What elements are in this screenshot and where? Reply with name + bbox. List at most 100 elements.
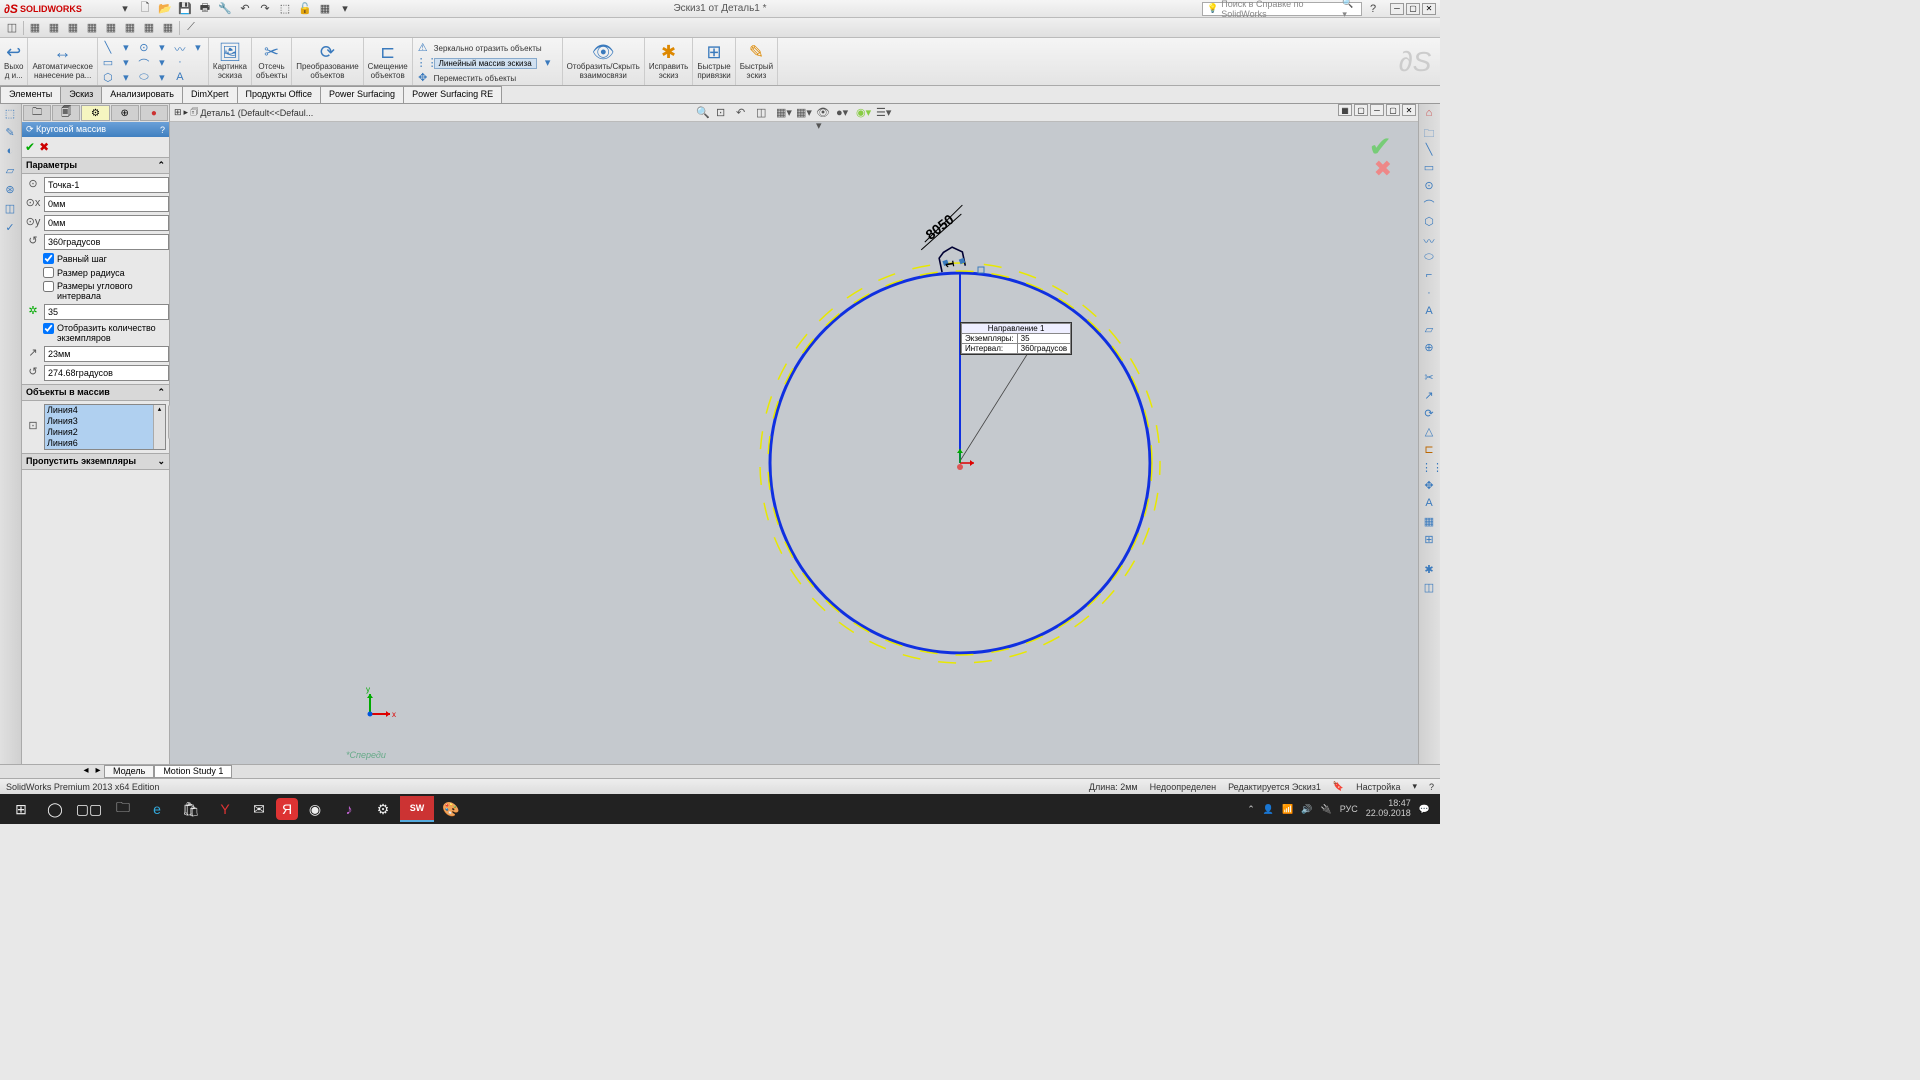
view9-icon[interactable]: ⟋ <box>183 20 199 36</box>
doc-tile-icon[interactable]: ▦ <box>1338 104 1352 116</box>
convert-button[interactable]: ⟳Преобразование объектов <box>292 38 363 85</box>
linear-pattern-icon[interactable]: ⋮⋮ <box>416 56 430 70</box>
view6-icon[interactable]: ▦ <box>122 20 138 36</box>
text-icon[interactable]: A <box>173 71 187 85</box>
cancel-button[interactable]: ✖ <box>39 140 49 154</box>
expand-tree-icon[interactable]: ⊞ <box>174 107 182 118</box>
ellipse-icon[interactable]: ⬭ <box>137 71 151 85</box>
mold-icon[interactable]: ◫ <box>2 202 18 218</box>
tp-arc-icon[interactable]: ⌒ <box>1421 197 1437 213</box>
new-icon[interactable]: ▾ <box>118 2 132 16</box>
doc-max-icon[interactable]: ▢ <box>1386 104 1400 116</box>
tp-rel-icon[interactable]: ▦ <box>1421 515 1437 531</box>
taskview-button[interactable]: ▢▢ <box>72 796 106 822</box>
tab-features[interactable]: Элементы <box>0 86 61 103</box>
quick-snaps-button[interactable]: ⊞Быстрые привязки <box>693 38 735 85</box>
tp-conv-icon[interactable]: ⟳ <box>1421 407 1437 423</box>
tp-line-icon[interactable]: ╲ <box>1421 143 1437 159</box>
tp-plane-icon[interactable]: ▱ <box>1421 323 1437 339</box>
exit-sketch-button[interactable]: ↩Выхо д и... <box>0 38 28 85</box>
itunes-icon[interactable]: ♪ <box>332 796 366 822</box>
collapse-icon[interactable]: ⌃ <box>157 160 165 171</box>
solidworks-taskbar-icon[interactable]: SW <box>400 796 434 822</box>
tp-lin-icon[interactable]: ⋮⋮ <box>1421 461 1437 477</box>
tp-rect-icon[interactable]: ▭ <box>1421 161 1437 177</box>
rapid-sketch-button[interactable]: ✎Быстрый эскиз <box>736 38 778 85</box>
radius-input[interactable] <box>44 346 169 362</box>
tp-mirror-icon[interactable]: △ <box>1421 425 1437 441</box>
rotation-input[interactable] <box>44 365 169 381</box>
tray-volume-icon[interactable]: 🔊 <box>1301 804 1312 815</box>
tp-lib-icon[interactable]: 🗀 <box>1421 125 1437 141</box>
tp-fillet-icon[interactable]: ⌐ <box>1421 269 1437 285</box>
more-icon[interactable]: ▾ <box>338 2 352 16</box>
trim-button[interactable]: ✂Отсечь объекты <box>252 38 292 85</box>
pm-tab-config[interactable]: ⚙ <box>81 105 109 121</box>
circle-icon[interactable]: ⊙ <box>137 41 151 55</box>
eval-icon[interactable]: ✓ <box>2 221 18 237</box>
tp-center-icon[interactable]: ⊕ <box>1421 341 1437 357</box>
surfaces-icon[interactable]: ◐ <box>2 145 18 161</box>
yandex2-icon[interactable]: Я <box>276 798 298 820</box>
settings-icon[interactable]: ☰▾ <box>876 106 892 122</box>
view1-icon[interactable]: ▦ <box>27 20 43 36</box>
edge-icon[interactable]: e <box>140 796 174 822</box>
hide-show-icon[interactable]: 👁▾ <box>816 106 832 122</box>
arc-icon[interactable]: ⌒ <box>137 56 151 70</box>
center-x-input[interactable] <box>44 196 169 212</box>
point-icon[interactable]: · <box>173 56 187 70</box>
tab-office[interactable]: Продукты Office <box>237 86 322 103</box>
tab-psre[interactable]: Power Surfacing RE <box>403 86 502 103</box>
select-icon[interactable]: ⬚ <box>278 2 292 16</box>
restore-button[interactable]: ▢ <box>1406 3 1420 15</box>
features-icon[interactable]: ⬚ <box>2 107 18 123</box>
view8-icon[interactable]: ▦ <box>160 20 176 36</box>
tab-sketch[interactable]: Эскиз <box>60 86 102 103</box>
smart-dimension-button[interactable]: ↔Автоматическое нанесение ра... <box>28 38 97 85</box>
tp-trim-icon[interactable]: ✂ <box>1421 371 1437 387</box>
pm-tab-display[interactable]: ● <box>140 105 168 121</box>
center-y-input[interactable] <box>44 215 169 231</box>
view-orient-icon[interactable]: ▦▾ <box>776 106 792 122</box>
tp-mv-icon[interactable]: ✥ <box>1421 479 1437 495</box>
status-help-icon[interactable]: ? <box>1429 782 1434 792</box>
view7-icon[interactable]: ▦ <box>141 20 157 36</box>
linear-pattern-dropdown[interactable]: Линейный массив эскиза <box>434 58 537 69</box>
status-flag-icon[interactable]: 🔖 <box>1333 781 1344 792</box>
pattern-callout[interactable]: Направление 1 Экземпляры:35 Интервал:360… <box>960 322 1072 355</box>
tray-up-icon[interactable]: ⌃ <box>1247 804 1255 815</box>
settings-icon[interactable]: ⚙ <box>366 796 400 822</box>
undo-icon[interactable]: ↶ <box>238 2 252 16</box>
move-icon[interactable]: ✥ <box>416 71 430 85</box>
help-icon[interactable]: ? <box>1366 2 1380 16</box>
pm-tab-dim[interactable]: ⊕ <box>111 105 139 121</box>
weld-icon[interactable]: ⊛ <box>2 183 18 199</box>
tray-wifi-icon[interactable]: 📶 <box>1282 804 1293 815</box>
tp-snap-icon[interactable]: ◫ <box>1421 581 1437 597</box>
save-icon[interactable]: 💾 <box>178 2 192 16</box>
view3-icon[interactable]: ▦ <box>65 20 81 36</box>
tp-dim-icon[interactable]: A <box>1421 497 1437 513</box>
tp-rep-icon[interactable]: ✱ <box>1421 563 1437 579</box>
tray-clock[interactable]: 18:4722.09.2018 <box>1366 799 1411 819</box>
tray-people-icon[interactable]: 👤 <box>1263 804 1274 815</box>
tab-model[interactable]: Модель <box>104 765 154 778</box>
poly-icon[interactable]: ⬡ <box>101 71 115 85</box>
line-icon[interactable]: ╲ <box>101 41 115 55</box>
display-count-check[interactable]: Отобразить количество экземпляров <box>25 323 166 343</box>
tp-poly-icon[interactable]: ⬡ <box>1421 215 1437 231</box>
store-icon[interactable]: 🛍 <box>174 796 208 822</box>
search-button[interactable]: ◯ <box>38 796 72 822</box>
new-doc-icon[interactable]: 🗋 <box>138 2 152 16</box>
minimize-button[interactable]: ─ <box>1390 3 1404 15</box>
tp-ext-icon[interactable]: ↗ <box>1421 389 1437 405</box>
explorer-icon[interactable]: 🗀 <box>106 796 140 822</box>
relations-button[interactable]: 👁Отобразить/Скрыть взаимосвязи <box>563 38 645 85</box>
doc-close-icon[interactable]: ✕ <box>1402 104 1416 116</box>
zoom-area-icon[interactable]: ⊡ <box>716 106 732 122</box>
status-customize[interactable]: Настройка <box>1356 782 1400 792</box>
view5-icon[interactable]: ▦ <box>103 20 119 36</box>
pm-tab-feature[interactable]: 🗀 <box>23 105 51 121</box>
mirror-icon[interactable]: ⚠ <box>416 41 430 55</box>
rect-icon[interactable]: ▭ <box>101 56 115 70</box>
